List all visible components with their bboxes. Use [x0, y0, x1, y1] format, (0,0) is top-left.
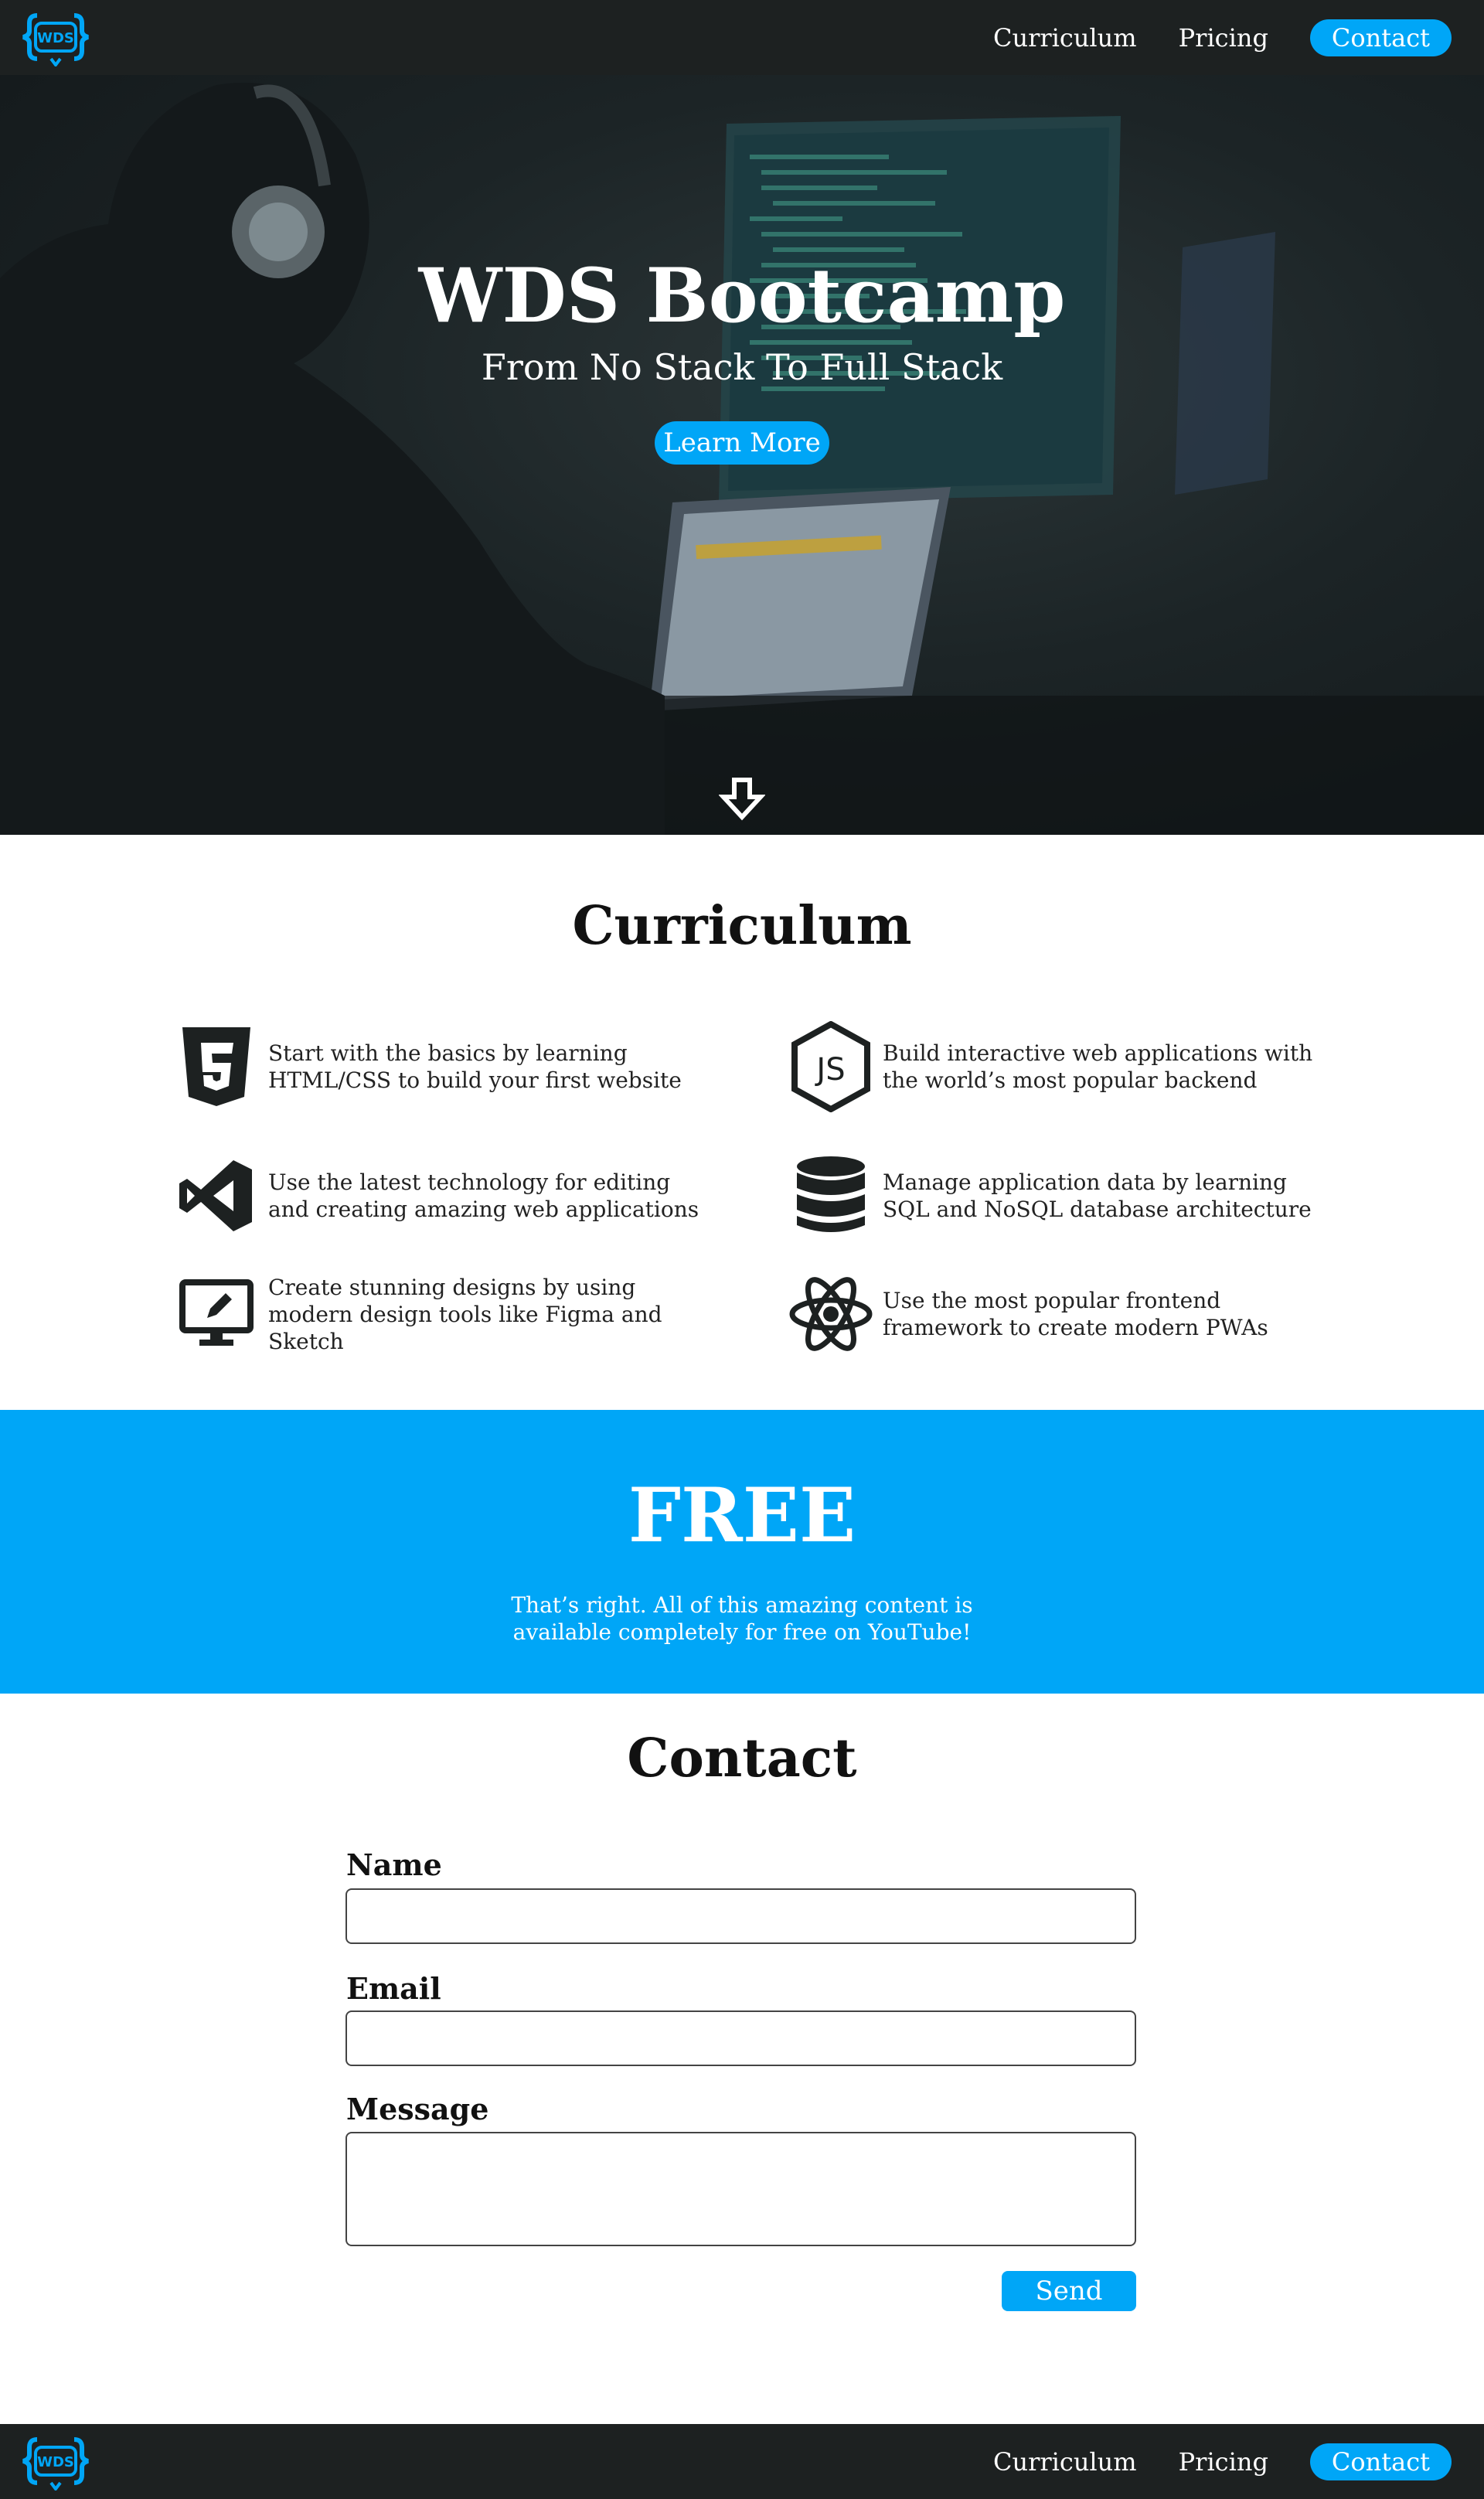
react-icon [789, 1277, 873, 1351]
curriculum-item-text: Create stunning designs by using modern … [268, 1274, 662, 1354]
hero-background-image [0, 82, 1484, 835]
arrow-down-icon[interactable] [719, 777, 765, 822]
email-label: Email [346, 1971, 441, 2006]
curriculum-item-text: Start with the basics by learning HTML/C… [268, 1040, 682, 1093]
wds-logo-icon[interactable]: WDS [20, 2432, 91, 2490]
vscode-icon [179, 1160, 252, 1231]
curriculum-item: Manage application data by learning SQL … [788, 1153, 1316, 1238]
hero-subtitle: From No Stack To Full Stack [481, 346, 1003, 388]
nav-link-curriculum[interactable]: Curriculum [993, 23, 1137, 53]
svg-text:WDS: WDS [37, 2454, 74, 2470]
nav-link-pricing[interactable]: Pricing [1179, 2447, 1268, 2477]
contact-title: Contact [627, 1728, 857, 1789]
curriculum-item: Start with the basics by learning HTML/C… [174, 1024, 701, 1109]
nodejs-icon: JS [791, 1021, 870, 1112]
email-input[interactable] [345, 2010, 1136, 2066]
curriculum-item-text: Use the most popular frontend framework … [883, 1288, 1268, 1340]
curriculum-item: Use the latest technology for editing an… [174, 1153, 701, 1238]
hero-section [0, 0, 1484, 835]
message-label: Message [346, 2092, 489, 2126]
name-input[interactable] [345, 1888, 1136, 1944]
nav-contact-button[interactable]: Contact [1309, 19, 1452, 56]
learn-more-button[interactable]: Learn More [655, 421, 829, 465]
svg-text:WDS: WDS [37, 30, 74, 46]
curriculum-item-text: Manage application data by learning SQL … [883, 1169, 1312, 1222]
send-button[interactable]: Send [1002, 2271, 1136, 2311]
design-monitor-icon [179, 1279, 254, 1346]
svg-text:JS: JS [814, 1052, 845, 1088]
name-label: Name [346, 1847, 442, 1882]
message-textarea[interactable] [345, 2132, 1136, 2246]
curriculum-item: JS Build interactive web applications wi… [788, 1021, 1316, 1112]
nav-link-curriculum[interactable]: Curriculum [993, 2447, 1137, 2477]
nav-contact-button[interactable]: Contact [1309, 2443, 1452, 2480]
free-title: FREE [628, 1472, 856, 1559]
curriculum-title: Curriculum [572, 895, 912, 957]
curriculum-item: Use the most popular frontend framework … [788, 1272, 1316, 1357]
hero-title: WDS Bootcamp [418, 252, 1066, 339]
free-section: FREE That’s right. All of this amazing c… [0, 1410, 1484, 1694]
free-text: That’s right. All of this amazing conten… [511, 1592, 973, 1645]
curriculum-item-text: Build interactive web applications with … [883, 1040, 1313, 1093]
nav-links: Curriculum Pricing Contact [993, 2424, 1452, 2499]
html5-icon [182, 1027, 250, 1106]
nav-links: Curriculum Pricing Contact [993, 0, 1452, 75]
top-navbar: WDS Curriculum Pricing Contact [0, 0, 1484, 75]
database-icon [797, 1156, 865, 1232]
wds-logo-icon[interactable]: WDS [20, 8, 91, 66]
curriculum-item: Create stunning designs by using modern … [174, 1272, 701, 1357]
nav-link-pricing[interactable]: Pricing [1179, 23, 1268, 53]
curriculum-item-text: Use the latest technology for editing an… [268, 1169, 699, 1222]
footer-navbar: WDS Curriculum Pricing Contact [0, 2424, 1484, 2499]
